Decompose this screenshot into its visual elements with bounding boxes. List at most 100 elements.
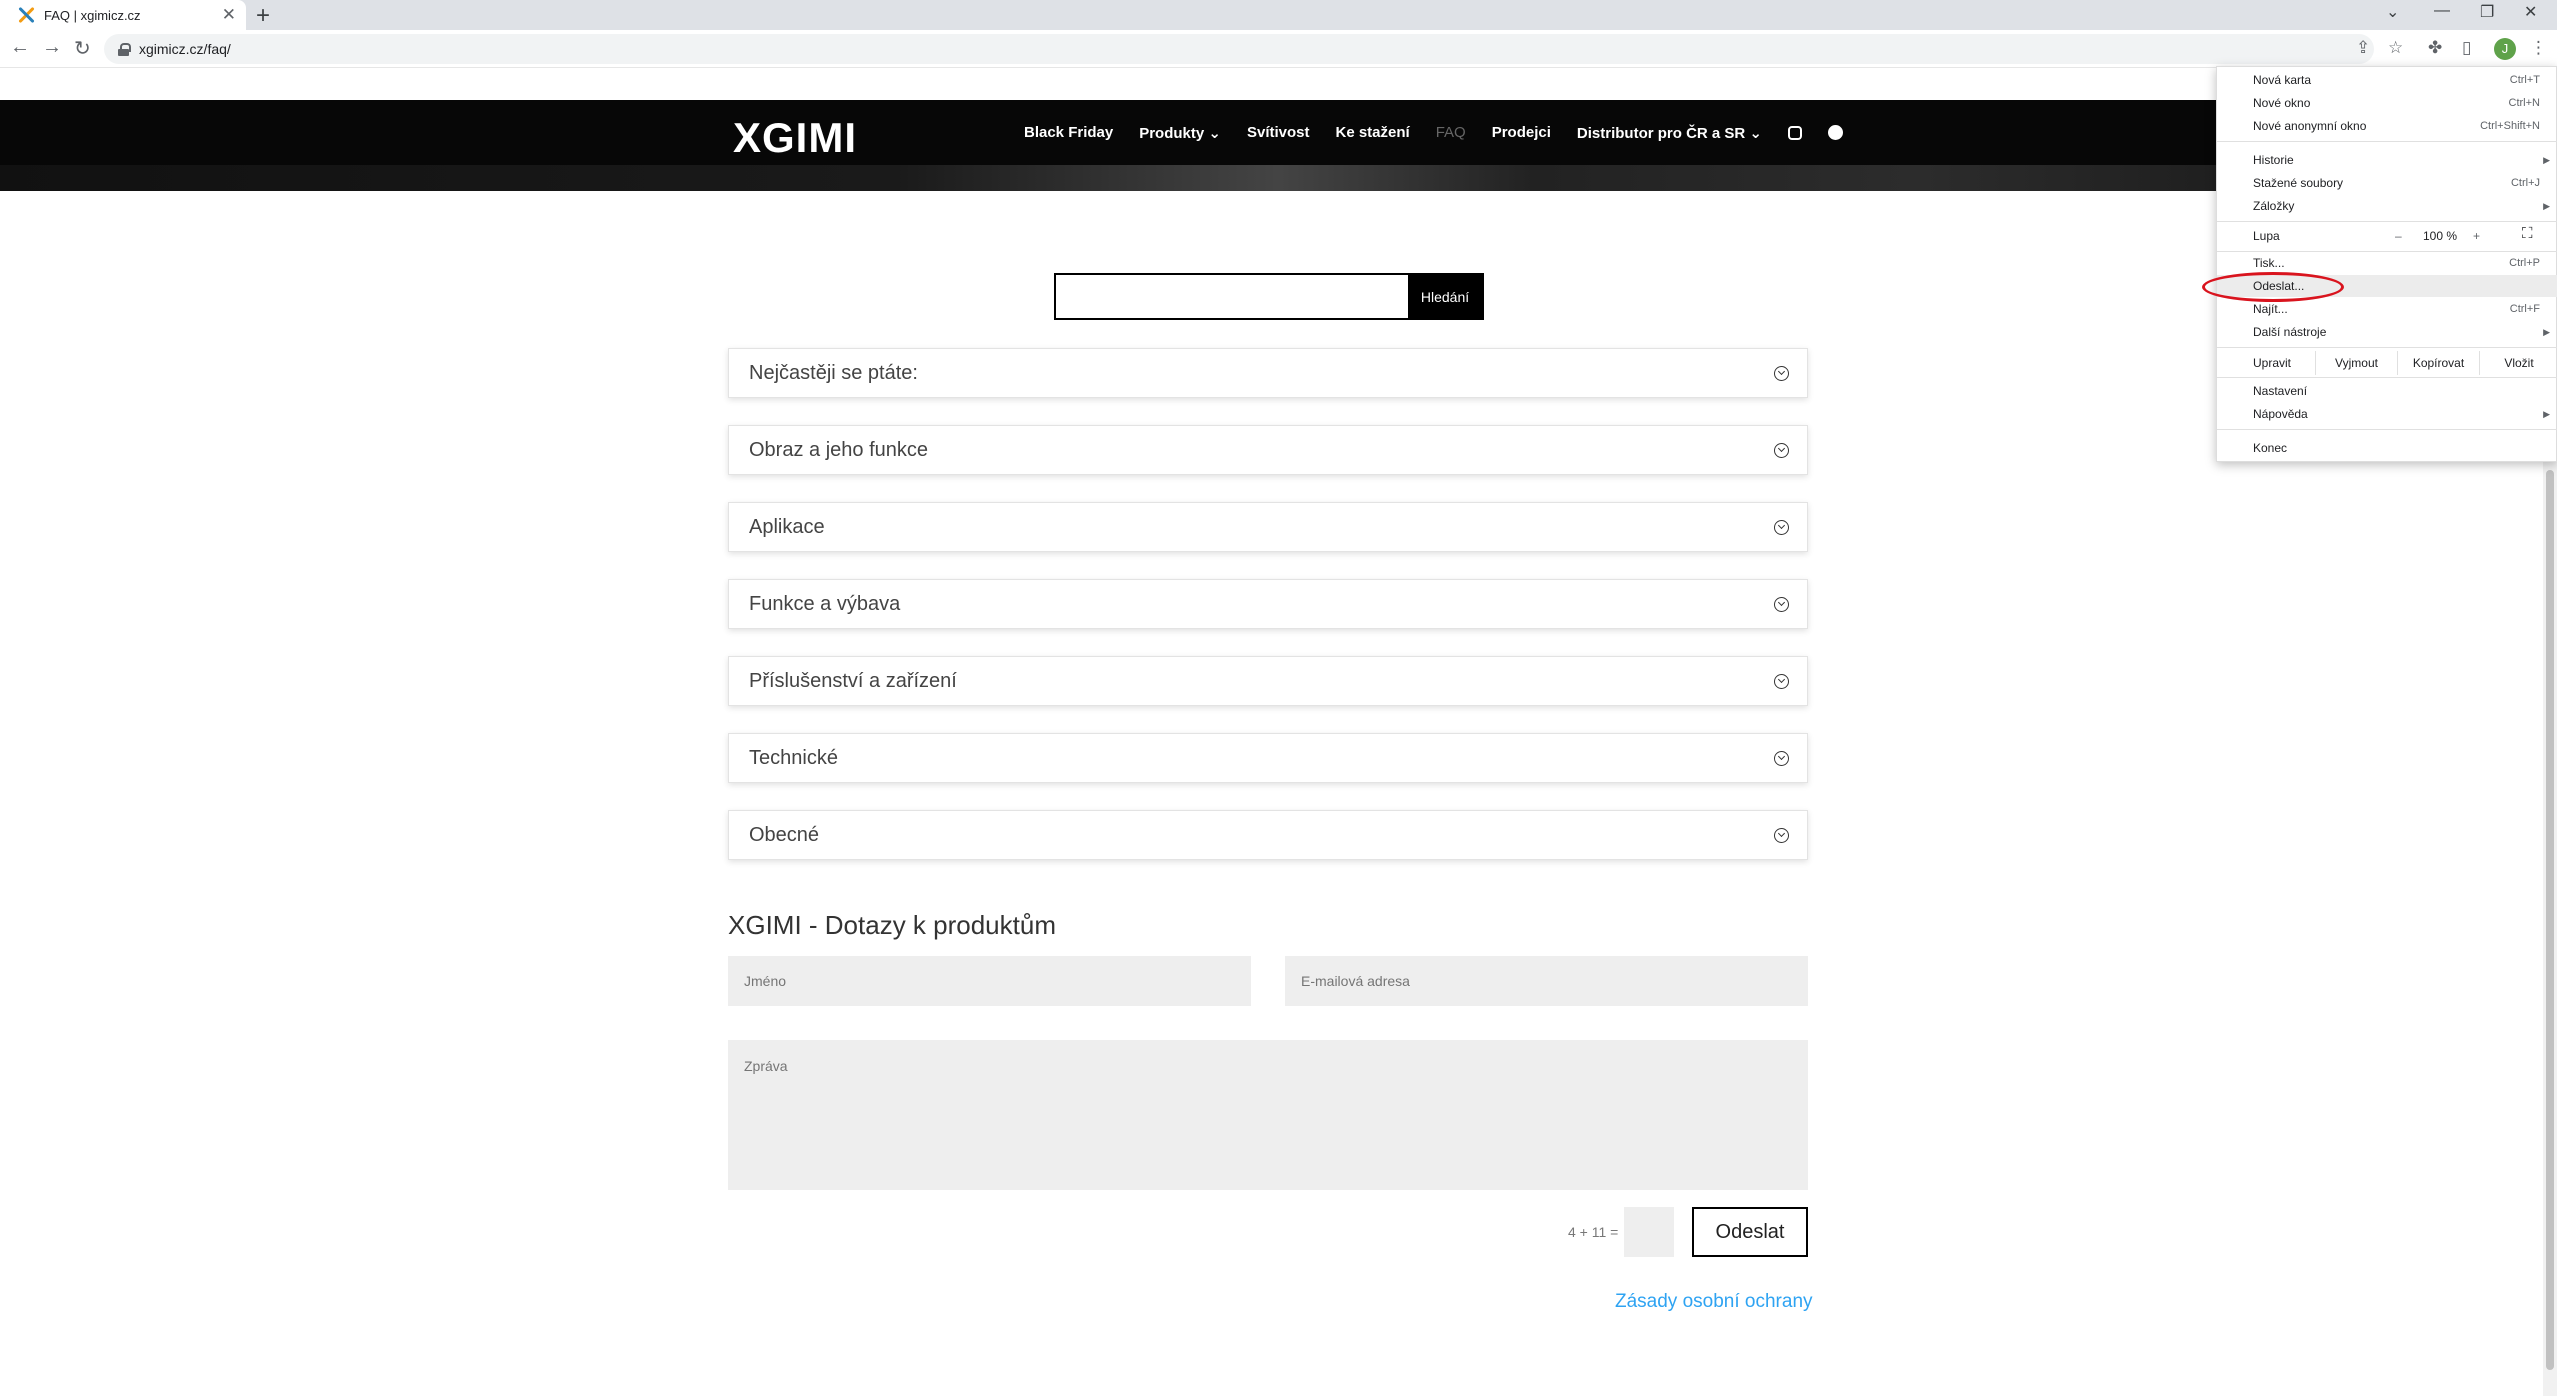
menu-item-more-tools[interactable]: Další nástroje ▶ bbox=[2217, 321, 2557, 343]
menu-shortcut: Ctrl+F bbox=[2509, 303, 2540, 315]
nav-distributor[interactable]: Distributor pro ČR a SR ⌄ bbox=[1577, 124, 1762, 142]
menu-divider bbox=[2217, 377, 2557, 378]
nav-ke-stazeni[interactable]: Ke stažení bbox=[1336, 124, 1410, 141]
menu-item-history[interactable]: Historie ▶ bbox=[2217, 149, 2557, 171]
menu-divider bbox=[2217, 141, 2557, 142]
nav-svitivost[interactable]: Svítivost bbox=[1247, 124, 1310, 141]
menu-item-help[interactable]: Nápověda ▶ bbox=[2217, 403, 2557, 425]
xgimi-logo[interactable]: XGIMI bbox=[733, 114, 857, 162]
email-field[interactable] bbox=[1285, 956, 1808, 1006]
restore-icon[interactable]: ❐ bbox=[2480, 2, 2494, 22]
nav-produkty[interactable]: Produkty ⌄ bbox=[1139, 124, 1221, 142]
kebab-menu-icon[interactable]: ⋮ bbox=[2530, 38, 2547, 58]
forward-icon[interactable]: → bbox=[42, 36, 62, 59]
tab-title: FAQ | xgimicz.cz bbox=[44, 7, 141, 23]
menu-edit-row: Upravit Vyjmout Kopírovat Vložit bbox=[2217, 351, 2557, 375]
url-text: xgimicz.cz/faq/ bbox=[139, 41, 231, 57]
avatar[interactable]: J bbox=[2494, 38, 2516, 60]
menu-item-exit[interactable]: Konec bbox=[2217, 437, 2557, 459]
submit-button[interactable]: Odeslat bbox=[1692, 1207, 1808, 1257]
accordion-obecne[interactable]: Obecné bbox=[728, 810, 1808, 860]
menu-item-label: Nastavení bbox=[2253, 384, 2308, 398]
back-icon[interactable]: ← bbox=[10, 36, 30, 59]
menu-divider bbox=[2217, 429, 2557, 430]
side-panel-icon[interactable]: ▯ bbox=[2462, 38, 2471, 58]
name-field[interactable] bbox=[728, 956, 1251, 1006]
nav-faq[interactable]: FAQ bbox=[1436, 124, 1466, 141]
menu-item-label: Tisk... bbox=[2253, 256, 2285, 270]
menu-item-label: Konec bbox=[2253, 441, 2288, 455]
accordion-title: Aplikace bbox=[749, 515, 825, 538]
message-field[interactable] bbox=[728, 1040, 1808, 1190]
window-close-icon[interactable]: ✕ bbox=[2524, 2, 2537, 22]
instagram-icon[interactable] bbox=[1787, 125, 1802, 140]
faq-search: Hledání bbox=[1054, 273, 1484, 320]
facebook-icon[interactable] bbox=[1827, 125, 1843, 140]
tab-search-icon[interactable]: ⌄ bbox=[2386, 2, 2399, 22]
chevron-down-icon bbox=[1774, 828, 1789, 843]
privacy-link[interactable]: Zásady osobní ochrany bbox=[1615, 1291, 1813, 1313]
scrollbar-thumb[interactable] bbox=[2546, 470, 2554, 1370]
minimize-icon[interactable]: — bbox=[2434, 2, 2450, 20]
search-button[interactable]: Hledání bbox=[1408, 275, 1482, 318]
menu-item-label: Nápověda bbox=[2253, 407, 2308, 421]
accordion-technicke[interactable]: Technické bbox=[728, 733, 1808, 783]
menu-item-incognito[interactable]: Nové anonymní okno Ctrl+Shift+N bbox=[2217, 115, 2557, 137]
address-bar[interactable]: xgimicz.cz/faq/ bbox=[104, 34, 2374, 64]
menu-item-bookmarks[interactable]: Záložky ▶ bbox=[2217, 195, 2557, 217]
zoom-label: Lupa bbox=[2253, 229, 2280, 243]
copy-button[interactable]: Kopírovat bbox=[2397, 351, 2479, 375]
browser-toolbar: ← → ↻ xgimicz.cz/faq/ ⇪ ☆ ✤ ▯ J ⋮ bbox=[0, 30, 2557, 68]
menu-shortcut: Ctrl+P bbox=[2509, 257, 2540, 269]
nav-prodejci[interactable]: Prodejci bbox=[1492, 124, 1551, 141]
menu-item-label: Stažené soubory bbox=[2253, 176, 2344, 190]
red-highlight-ellipse bbox=[2202, 272, 2344, 302]
star-icon[interactable]: ☆ bbox=[2388, 38, 2403, 58]
zoom-out-button[interactable]: – bbox=[2395, 229, 2402, 243]
accordion-funkce[interactable]: Funkce a výbava bbox=[728, 579, 1808, 629]
accordion-prislusenstvi[interactable]: Příslušenství a zařízení bbox=[728, 656, 1808, 706]
chevron-down-icon bbox=[1774, 443, 1789, 458]
chevron-right-icon: ▶ bbox=[2543, 154, 2550, 165]
accordion-obraz[interactable]: Obraz a jeho funkce bbox=[728, 425, 1808, 475]
menu-item-new-tab[interactable]: Nová karta Ctrl+T bbox=[2217, 69, 2557, 91]
extensions-icon[interactable]: ✤ bbox=[2428, 38, 2442, 58]
accordion-title: Obraz a jeho funkce bbox=[749, 438, 928, 461]
hero-image-strip bbox=[0, 165, 2557, 191]
fullscreen-icon[interactable]: ⛶ bbox=[2522, 225, 2533, 242]
menu-divider bbox=[2217, 221, 2557, 222]
site-header: XGIMI Black Friday Produkty ⌄ Svítivost … bbox=[0, 100, 2557, 165]
menu-item-settings[interactable]: Nastavení bbox=[2217, 380, 2557, 402]
chevron-down-icon bbox=[1774, 751, 1789, 766]
browser-tab[interactable]: FAQ | xgimicz.cz ✕ bbox=[0, 0, 246, 30]
menu-item-label: Další nástroje bbox=[2253, 325, 2327, 339]
xgimi-favicon-icon bbox=[16, 5, 36, 25]
edit-label: Upravit bbox=[2253, 356, 2292, 370]
captcha-input[interactable] bbox=[1624, 1207, 1674, 1257]
accordion-title: Technické bbox=[749, 746, 838, 769]
share-icon[interactable]: ⇪ bbox=[2356, 38, 2370, 58]
nav-black-friday[interactable]: Black Friday bbox=[1024, 124, 1113, 141]
menu-item-label: Záložky bbox=[2253, 199, 2295, 213]
menu-item-new-window[interactable]: Nové okno Ctrl+N bbox=[2217, 92, 2557, 114]
new-tab-icon[interactable]: + bbox=[256, 2, 270, 30]
search-input[interactable] bbox=[1056, 275, 1408, 318]
accordion-title: Obecné bbox=[749, 823, 820, 846]
cut-button[interactable]: Vyjmout bbox=[2315, 351, 2397, 375]
menu-item-label: Nové anonymní okno bbox=[2253, 119, 2367, 133]
zoom-in-button[interactable]: + bbox=[2473, 229, 2480, 243]
zoom-value: 100 % bbox=[2423, 229, 2458, 243]
menu-item-label: Nové okno bbox=[2253, 96, 2311, 110]
menu-item-downloads[interactable]: Stažené soubory Ctrl+J bbox=[2217, 172, 2557, 194]
paste-button[interactable]: Vložit bbox=[2479, 351, 2557, 375]
menu-item-print[interactable]: Tisk... Ctrl+P bbox=[2217, 252, 2557, 274]
accordion-nejcasteji[interactable]: Nejčastěji se ptáte: bbox=[728, 348, 1808, 398]
close-icon[interactable]: ✕ bbox=[222, 5, 236, 25]
menu-shortcut: Ctrl+J bbox=[2510, 177, 2540, 189]
chevron-right-icon: ▶ bbox=[2543, 326, 2550, 337]
chevron-right-icon: ▶ bbox=[2543, 200, 2550, 211]
accordion-aplikace[interactable]: Aplikace bbox=[728, 502, 1808, 552]
chevron-down-icon bbox=[1774, 520, 1789, 535]
menu-item-label: Nová karta bbox=[2253, 73, 2312, 87]
reload-icon[interactable]: ↻ bbox=[74, 36, 91, 61]
